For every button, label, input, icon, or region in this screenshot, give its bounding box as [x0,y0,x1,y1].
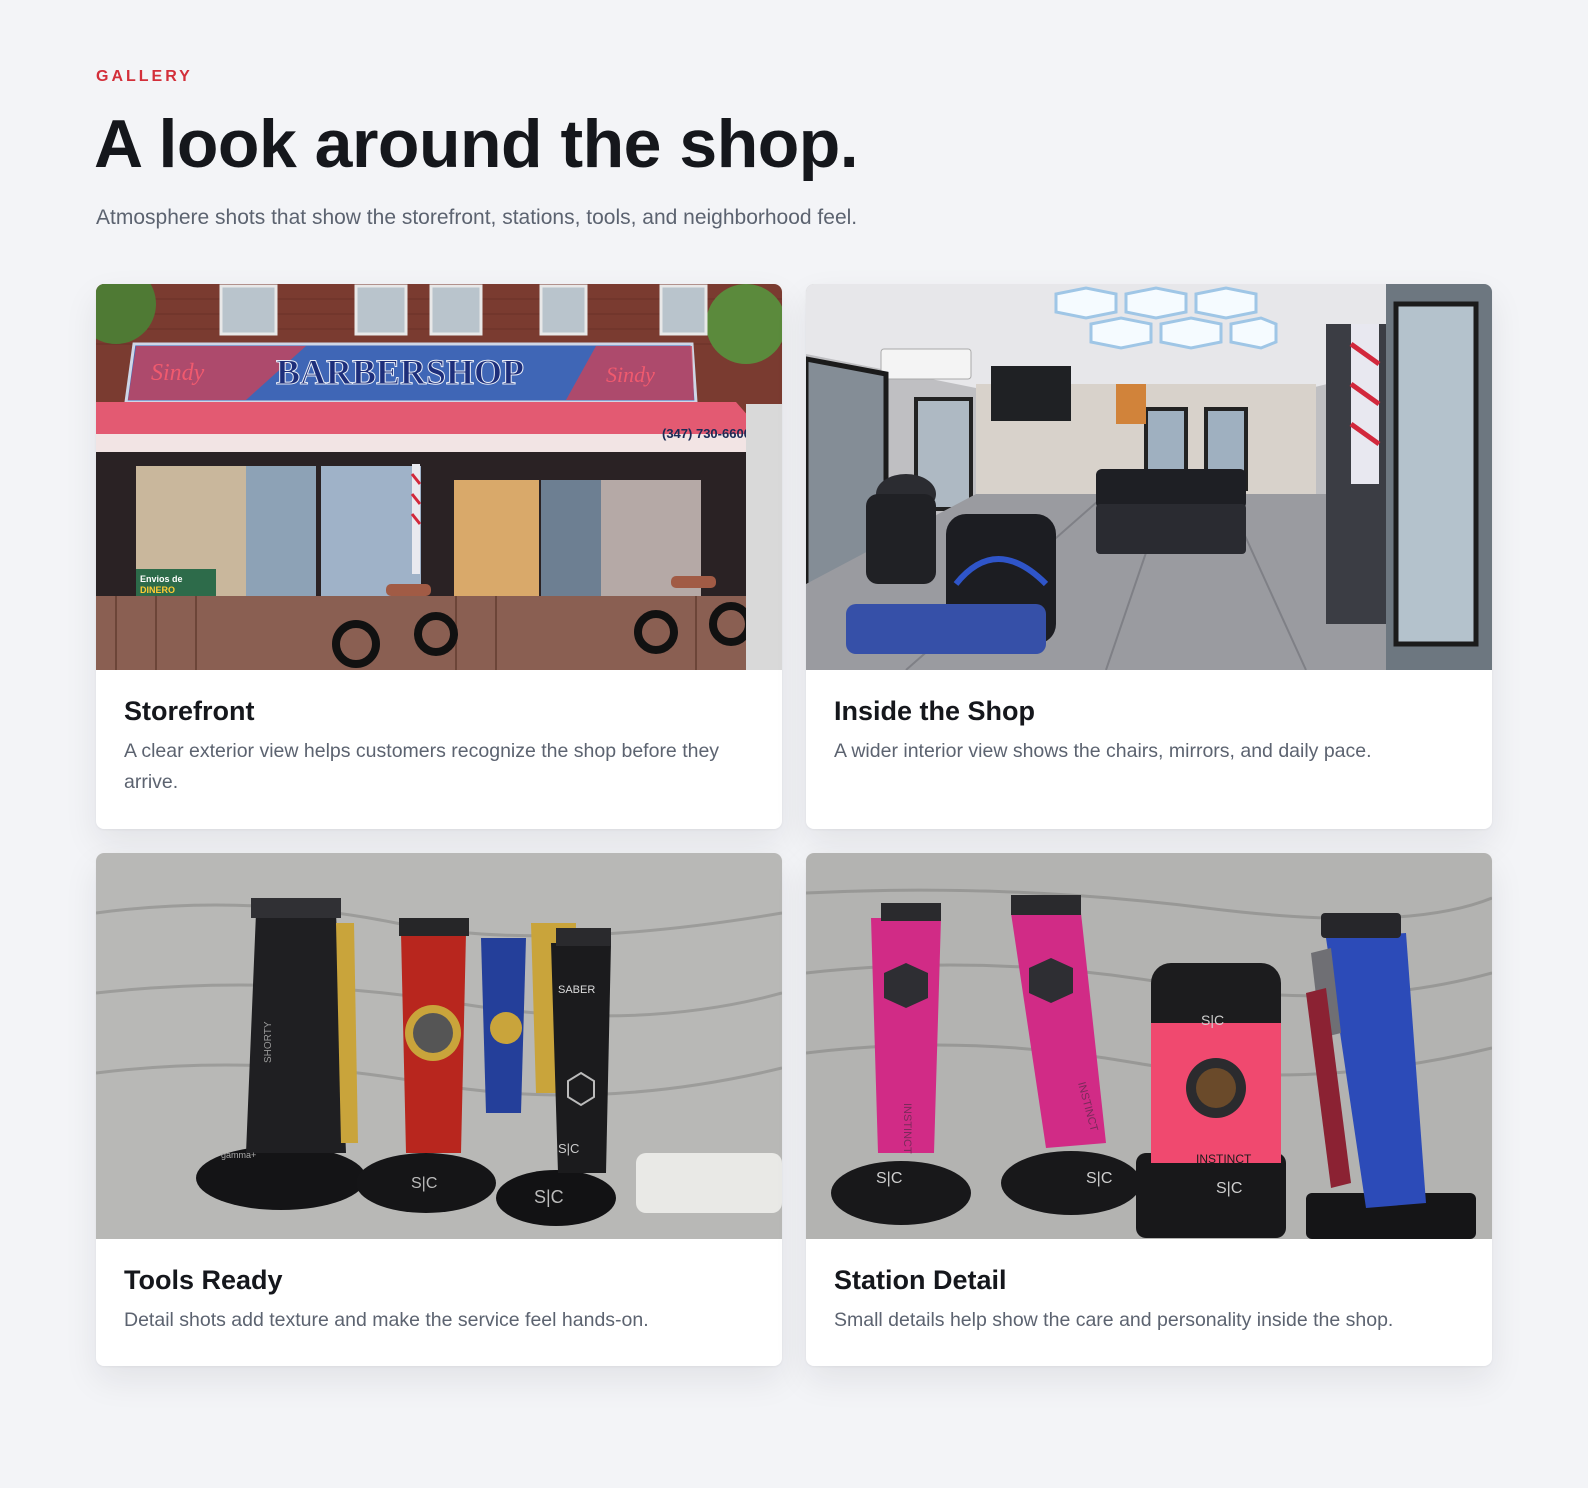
gallery-card-tools-ready[interactable]: SHORTY gamma+ S|C SABER S|C S|C Tools Re… [96,853,782,1366]
sign-right-text: Sindy [606,362,655,387]
tool-base-2: S|C [558,1141,579,1156]
tools-illustration: SHORTY gamma+ S|C SABER S|C S|C [96,853,782,1239]
sign-main-text: BARBERSHOP [276,352,524,392]
station-illustration: INSTINCT S|C INSTINCT S|C INSTINCT S|C S… [806,853,1492,1239]
card-title: Inside the Shop [834,696,1036,726]
tool-brand-1: SHORTY [263,1021,274,1063]
card-title: Station Detail [834,1265,1007,1295]
gallery-grid: Sindy BARBERSHOP Sindy (347) 730-6600 En… [96,284,1492,1384]
card-description: Detail shots add texture and make the se… [124,1309,649,1331]
storefront-illustration: Sindy BARBERSHOP Sindy (347) 730-6600 En… [96,284,782,670]
station-label-1: INSTINCT [901,1103,913,1154]
sign-phone-text: (347) 730-6600 [662,426,751,441]
station-base-4: S|C [1216,1180,1242,1197]
window-text-1: Envios de [140,574,183,584]
card-title: Tools Ready [124,1265,283,1295]
card-description: A clear exterior view helps customers re… [124,740,720,793]
station-label-3: INSTINCT [1196,1152,1252,1166]
station-photo[interactable]: INSTINCT S|C INSTINCT S|C INSTINCT S|C S… [806,853,1492,1239]
interior-illustration [806,284,1492,670]
card-description: Small details help show the care and per… [834,1309,1394,1331]
gallery-card-inside-shop[interactable]: Inside the Shop A wider interior view sh… [806,284,1492,829]
tool-gamma-label: gamma+ [221,1150,256,1160]
section-subtitle: Atmosphere shots that show the storefron… [96,206,858,229]
gallery-card-storefront[interactable]: Sindy BARBERSHOP Sindy (347) 730-6600 En… [96,284,782,829]
station-base-1: S|C [876,1170,902,1187]
interior-photo[interactable] [806,284,1492,670]
sign-left-text: Sindy [151,360,205,386]
card-title: Storefront [124,696,255,726]
storefront-photo[interactable]: Sindy BARBERSHOP Sindy (347) 730-6600 En… [96,284,782,670]
station-base-3: S|C [1201,1012,1224,1028]
tool-base-1: S|C [411,1175,437,1192]
section-title: A look around the shop. [94,106,859,182]
tool-brand-2: SABER [558,984,595,996]
window-text-2: DINERO [140,585,175,595]
gallery-card-station-detail[interactable]: INSTINCT S|C INSTINCT S|C INSTINCT S|C S… [806,853,1492,1366]
gallery-section: GALLERY A look around the shop. Atmosphe… [0,0,1588,1488]
tool-base-3: S|C [534,1187,564,1207]
card-description: A wider interior view shows the chairs, … [834,740,1372,762]
tools-photo[interactable]: SHORTY gamma+ S|C SABER S|C S|C [96,853,782,1239]
station-base-2: S|C [1086,1170,1112,1187]
section-eyebrow: GALLERY [96,68,193,85]
